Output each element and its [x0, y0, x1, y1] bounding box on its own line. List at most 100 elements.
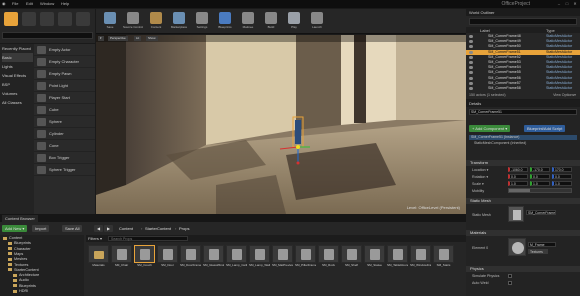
rotation-x[interactable]: 0.0	[508, 174, 528, 179]
menu-file[interactable]: File	[12, 1, 18, 6]
path-props[interactable]: Props	[176, 225, 192, 232]
folder-item[interactable]: Architecture	[13, 273, 39, 277]
auto-weld-checkbox[interactable]	[508, 281, 512, 285]
view-options-button[interactable]: View Options▾	[553, 93, 576, 97]
asset-tile[interactable]: SM_WindowFrame	[410, 245, 431, 273]
level-viewport[interactable]: ▾ Perspective Lit Show Level: OfficeLeve…	[96, 35, 466, 214]
transform-section[interactable]: Transform	[466, 160, 580, 166]
materials-section[interactable]: Materials	[466, 230, 580, 236]
rotation-label[interactable]: Rotation ▾	[472, 175, 488, 179]
menu-window[interactable]: Window	[40, 1, 54, 6]
visibility-eye-icon[interactable]	[469, 81, 473, 85]
build-button[interactable]: Build	[260, 11, 282, 33]
category-visual-effects[interactable]: Visual Effects	[2, 71, 33, 80]
folder-item[interactable]: StarterContent	[8, 268, 39, 272]
material-field[interactable]: M_Frame	[528, 242, 556, 247]
folder-item[interactable]: HDRI	[13, 289, 28, 293]
add-new-button[interactable]: Add New ▾	[2, 225, 28, 232]
category-volumes[interactable]: Volumes	[2, 89, 33, 98]
category-lights[interactable]: Lights	[2, 62, 33, 71]
visibility-eye-icon[interactable]	[469, 76, 473, 80]
landscape-mode-icon[interactable]	[40, 12, 54, 26]
asset-tile[interactable]: SM_MatPreviewMesh_02	[272, 245, 293, 273]
static-mesh-thumbnail[interactable]	[508, 206, 524, 222]
visibility-eye-icon[interactable]	[469, 35, 473, 38]
category-recently-placed[interactable]: Recently Placed	[2, 44, 33, 53]
asset-tile[interactable]: SM_Lamp_Wall	[249, 245, 270, 273]
folder-item[interactable]: Meshes	[8, 257, 27, 261]
menu-help[interactable]: Help	[61, 1, 69, 6]
column-label[interactable]: Label	[480, 28, 490, 33]
actor-name-field[interactable]: SM_CornerFrame51	[469, 109, 577, 115]
nav-back-button[interactable]: ◀	[94, 225, 104, 232]
scale-label[interactable]: Scale ▾	[472, 182, 484, 186]
asset-tile[interactable]: SM_Statue	[364, 245, 385, 273]
rotation-y[interactable]: 0.0	[530, 174, 550, 179]
asset-tile[interactable]: SM_GlassWindow	[203, 245, 224, 273]
scale-y[interactable]: 1.0	[530, 181, 550, 186]
filters-button[interactable]: Filters ▾	[88, 236, 102, 241]
visibility-eye-icon[interactable]	[469, 45, 473, 49]
place-item[interactable]: Empty Pawn	[34, 68, 95, 80]
outliner-search-input[interactable]	[469, 18, 577, 25]
place-item[interactable]: Cube	[34, 104, 95, 116]
physics-section[interactable]: Physics	[466, 266, 580, 272]
save-button[interactable]: Save	[99, 11, 121, 33]
blueprints-button[interactable]: Blueprints	[214, 11, 236, 33]
place-item[interactable]: Sphere	[34, 116, 95, 128]
launch-button[interactable]: Launch	[306, 11, 328, 33]
visibility-eye-icon[interactable]	[469, 40, 473, 44]
place-item[interactable]: Cone	[34, 140, 95, 152]
scale-x[interactable]: 1.0	[508, 181, 528, 186]
static-mesh-section[interactable]: Static Mesh	[466, 198, 580, 204]
show-button[interactable]: Show	[146, 36, 158, 41]
component-root[interactable]: SM_CornerFrame51 (Instance)	[469, 135, 577, 140]
folder-item[interactable]: Blueprints	[13, 284, 36, 288]
location-y[interactable]: -170.0	[530, 167, 550, 172]
column-type[interactable]: Type	[546, 28, 555, 33]
place-item[interactable]: Player Start	[34, 92, 95, 104]
folder-item[interactable]: Content	[3, 236, 22, 240]
lit-button[interactable]: Lit	[134, 36, 142, 41]
visibility-eye-icon[interactable]	[469, 87, 473, 90]
static-mesh-field[interactable]: SM_CornerFrame	[526, 210, 556, 215]
folder-item[interactable]: Audio	[13, 278, 29, 282]
outliner-row-type[interactable]: StaticMeshActor	[546, 86, 572, 91]
outliner-row[interactable]: SM_CornerFrame58 StaticMeshActor	[466, 86, 580, 91]
perspective-button[interactable]: Perspective	[108, 36, 128, 41]
component-staticmesh[interactable]: StaticMeshComponent (Inherited)	[474, 141, 526, 145]
asset-tile[interactable]: SM_Couch	[134, 245, 155, 273]
path-content[interactable]: Content	[116, 225, 136, 232]
asset-tile[interactable]: SM_DoorFrame	[180, 245, 201, 273]
location-x[interactable]: -1060.0	[508, 167, 528, 172]
close-button[interactable]: ✕	[572, 1, 578, 6]
nav-forward-button[interactable]: ▶	[104, 225, 114, 232]
source-control-button[interactable]: Source Control	[122, 11, 144, 33]
geometry-mode-icon[interactable]	[76, 12, 90, 26]
asset-tile[interactable]: Materials	[88, 245, 109, 273]
outliner-tab[interactable]: World Outliner	[466, 9, 580, 16]
asset-tile[interactable]: SM_Lamp_Ceiling	[226, 245, 247, 273]
category-all-classes[interactable]: All Classes	[2, 98, 33, 107]
marketplace-button[interactable]: Marketplace	[168, 11, 190, 33]
content-button[interactable]: Content	[145, 11, 167, 33]
content-browser-tab[interactable]: Content Browser	[2, 215, 38, 222]
place-mode-icon[interactable]	[4, 12, 18, 26]
menu-edit[interactable]: Edit	[26, 1, 33, 6]
scale-z[interactable]: 1.0	[552, 181, 572, 186]
place-search-input[interactable]	[2, 32, 93, 39]
folder-item[interactable]: Maps	[8, 252, 23, 256]
visibility-eye-icon[interactable]	[469, 61, 473, 64]
place-item[interactable]: Empty Actor	[34, 44, 95, 56]
category-bsp[interactable]: BSP	[2, 80, 33, 89]
visibility-eye-icon[interactable]	[469, 50, 473, 54]
visibility-eye-icon[interactable]	[469, 66, 473, 70]
folder-item[interactable]: Textures	[8, 263, 28, 267]
location-label[interactable]: Location ▾	[472, 168, 488, 172]
asset-tile[interactable]: SM_Rock	[318, 245, 339, 273]
simulate-physics-checkbox[interactable]	[508, 274, 512, 278]
visibility-eye-icon[interactable]	[469, 71, 473, 75]
details-tab[interactable]: Details	[466, 100, 580, 107]
settings-button[interactable]: Settings	[191, 11, 213, 33]
foliage-mode-icon[interactable]	[58, 12, 72, 26]
